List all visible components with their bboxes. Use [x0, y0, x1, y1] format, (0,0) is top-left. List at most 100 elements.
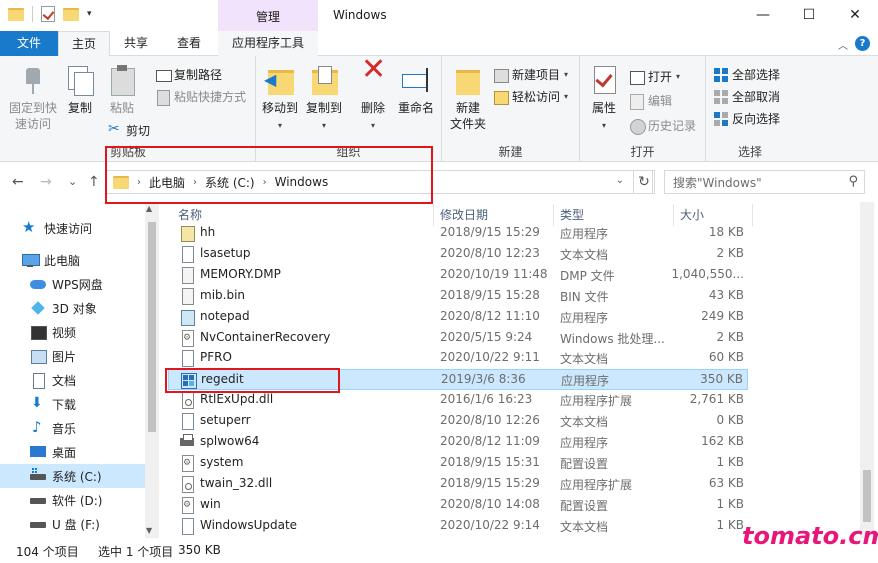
file-row[interactable]: setuperr 2020/8/10 12:26 文本文档 0 KB	[168, 411, 748, 432]
new-item-icon	[494, 68, 509, 83]
breadcrumb-windows[interactable]: Windows	[275, 175, 329, 189]
properties-check-icon[interactable]	[41, 6, 55, 22]
breadcrumb-chevron-icon[interactable]: ›	[137, 177, 141, 188]
sidebar-item[interactable]: 快速访问	[0, 216, 145, 240]
edit-button[interactable]: 编辑	[630, 92, 672, 110]
file-row[interactable]: MEMORY.DMP 2020/10/19 11:48 DMP 文件 1,040,55…	[168, 265, 748, 286]
close-button[interactable]: ✕	[832, 0, 878, 31]
address-bar[interactable]: › 此电脑 › 系统 (C:) › Windows ⌄	[106, 170, 653, 194]
file-type-icon	[180, 434, 194, 450]
sidebar-item[interactable]: 音乐	[0, 416, 145, 440]
properties-dropdown-icon: ▾	[601, 121, 606, 130]
new-folder-button[interactable]: 新建 文件夹	[448, 64, 488, 132]
file-list-scroll-thumb[interactable]	[863, 470, 871, 522]
collapse-ribbon-icon[interactable]: ︿	[838, 37, 848, 52]
copy-path-button[interactable]: 复制路径	[156, 66, 222, 83]
file-row[interactable]: WindowsUpdate 2020/10/22 9:14 文本文档 1 KB	[168, 516, 748, 537]
properties-button[interactable]: 属性 ▾	[586, 64, 622, 134]
new-item-button[interactable]: 新建项目 ▾	[494, 66, 568, 83]
sidebar-item[interactable]: 桌面	[0, 440, 145, 464]
file-row[interactable]: splwow64 2020/8/12 11:09 应用程序 162 KB	[168, 432, 748, 453]
column-divider[interactable]	[752, 204, 753, 226]
move-to-button[interactable]: 移动到 ▾	[260, 64, 300, 134]
file-row[interactable]: notepad 2020/8/12 11:10 应用程序 249 KB	[168, 307, 748, 328]
select-all-button[interactable]: 全部选择	[714, 66, 780, 83]
paste-shortcut-button[interactable]: 粘贴快捷方式	[156, 88, 246, 106]
breadcrumb-chevron-icon[interactable]: ›	[193, 177, 197, 188]
invert-selection-button[interactable]: 反向选择	[714, 110, 780, 127]
copy-button[interactable]: 复制	[62, 64, 98, 116]
sidebar-item[interactable]: 系统 (C:)	[0, 464, 145, 488]
tab-share[interactable]: 共享	[110, 31, 162, 56]
cloud-icon	[30, 276, 46, 292]
minimize-button[interactable]: —	[740, 0, 786, 31]
rename-button[interactable]: 重命名	[394, 64, 438, 116]
open-button[interactable]: 打开 ▾	[630, 68, 680, 85]
file-name: hh	[200, 225, 216, 239]
sidebar-item[interactable]: 视频	[0, 320, 145, 344]
pin-quick-access-button[interactable]: 固定到快 速访问	[6, 64, 60, 132]
sidebar-item[interactable]: 此电脑	[0, 248, 145, 272]
item-count: 104 个项目	[16, 545, 79, 559]
folder-icon	[8, 7, 24, 21]
breadcrumb-this-pc[interactable]: 此电脑	[149, 174, 185, 191]
history-button[interactable]: 历史记录	[630, 117, 696, 135]
move-to-label: 移动到	[261, 101, 298, 115]
select-none-button[interactable]: 全部取消	[714, 88, 780, 105]
sidebar-item[interactable]: 3D 对象	[0, 296, 145, 320]
download-icon	[30, 395, 46, 412]
sidebar-item-label: 下载	[52, 397, 77, 412]
music-icon	[30, 418, 46, 436]
file-row[interactable]: twain_32.dll 2018/9/15 15:29 应用程序扩展 63 KB	[168, 474, 748, 495]
new-folder-icon[interactable]	[63, 7, 79, 21]
recent-locations-button[interactable]: ⌄	[68, 175, 77, 188]
breadcrumb-c-drive[interactable]: 系统 (C:)	[205, 174, 255, 191]
sidebar-item[interactable]: WPS网盘	[0, 272, 145, 296]
sidebar-item[interactable]: 软件 (D:)	[0, 488, 145, 512]
sidebar-item[interactable]: 文档	[0, 368, 145, 392]
clipboard-group: 固定到快 速访问 复制 粘贴 复制路径 粘贴快捷方式 剪切 剪贴板	[0, 56, 256, 162]
sidebar-item[interactable]: 下载	[0, 392, 145, 416]
cut-button[interactable]: 剪切	[108, 121, 150, 139]
file-row[interactable]: win 2020/8/10 14:08 配置设置 1 KB	[168, 495, 748, 516]
sidebar-item[interactable]: U 盘 (F:)	[0, 512, 145, 536]
scroll-up-icon[interactable]: ▲	[146, 204, 152, 213]
delete-button[interactable]: 删除 ▾	[356, 62, 390, 134]
3d-icon	[30, 300, 46, 316]
file-size: 249 KB	[701, 308, 744, 323]
paste-button[interactable]: 粘贴	[104, 64, 140, 116]
breadcrumb-chevron-icon[interactable]: ›	[263, 177, 267, 188]
file-row[interactable]: RtlExUpd.dll 2016/1/6 16:23 应用程序扩展 2,761 KB	[168, 390, 748, 411]
search-input[interactable]: 搜索"Windows" ⚲	[664, 170, 865, 194]
file-row[interactable]: hh 2018/9/15 15:29 应用程序 18 KB	[168, 223, 748, 244]
forward-button[interactable]: →	[40, 174, 52, 190]
file-type-icon	[180, 287, 194, 305]
tab-view[interactable]: 查看	[162, 31, 216, 56]
file-row[interactable]: lsasetup 2020/8/10 12:23 文本文档 2 KB	[168, 244, 748, 265]
tab-file[interactable]: 文件	[0, 31, 58, 56]
file-name: mib.bin	[200, 287, 246, 302]
file-size: 1 KB	[716, 496, 744, 511]
pc-icon	[22, 252, 40, 268]
address-dropdown-icon[interactable]: ⌄	[616, 175, 624, 186]
tab-app-tools[interactable]: 应用程序工具	[218, 31, 318, 56]
scroll-down-icon[interactable]: ▼	[146, 526, 152, 535]
tab-home[interactable]: 主页	[58, 31, 110, 57]
customize-toolbar-dropdown-icon[interactable]: ▾	[87, 9, 92, 19]
copy-to-button[interactable]: 复制到 ▾	[304, 64, 344, 134]
navigation-pane-scroll-thumb[interactable]	[148, 222, 156, 432]
up-button[interactable]: ↑	[88, 174, 100, 190]
maximize-button[interactable]: ☐	[786, 0, 832, 31]
refresh-button[interactable]: ↻	[633, 170, 655, 194]
file-row[interactable]: PFRO 2020/10/22 9:11 文本文档 60 KB	[168, 348, 748, 369]
file-row[interactable]: regedit 2019/3/6 8:36 应用程序 350 KB	[168, 369, 748, 391]
back-button[interactable]: ←	[12, 174, 24, 190]
invert-selection-label: 反向选择	[732, 112, 781, 126]
file-row[interactable]: NvContainerRecovery 2020/5/15 9:24 Windows…	[168, 328, 748, 349]
sidebar-item[interactable]: 图片	[0, 344, 145, 368]
easy-access-button[interactable]: 轻松访问 ▾	[494, 88, 568, 105]
help-icon[interactable]: ?	[855, 36, 870, 51]
file-row[interactable]: mib.bin 2018/9/15 15:28 BIN 文件 43 KB	[168, 286, 748, 307]
file-row[interactable]: system 2018/9/15 15:31 配置设置 1 KB	[168, 453, 748, 474]
new-item-dropdown-icon: ▾	[564, 70, 569, 79]
